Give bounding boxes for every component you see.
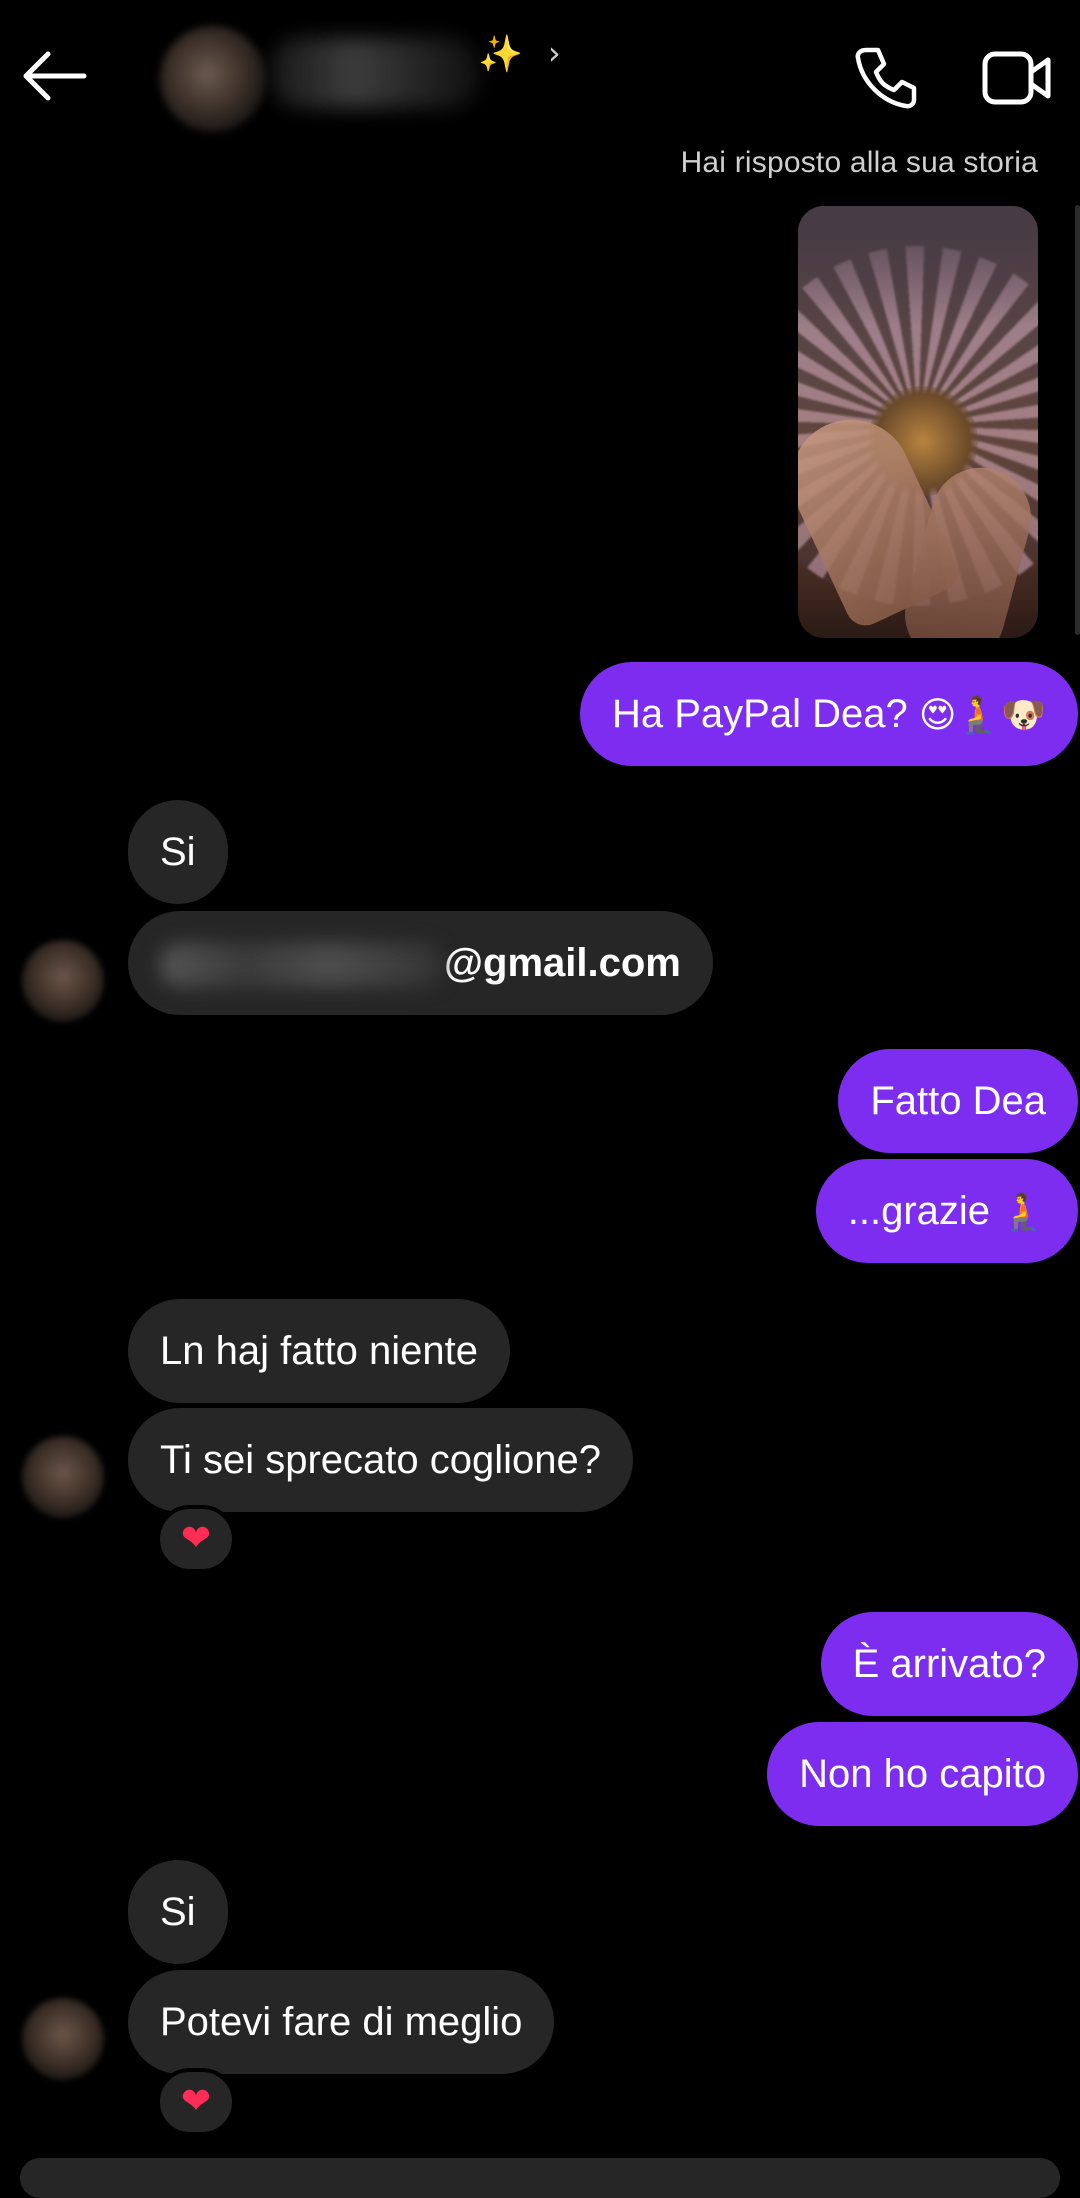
message-text: Si xyxy=(160,1890,196,1934)
message-composer[interactable] xyxy=(20,2158,1060,2198)
contact-avatar-small[interactable] xyxy=(22,1998,104,2080)
message-text: Si xyxy=(160,830,196,874)
contact-name-sparkles[interactable]: ✨ xyxy=(478,30,523,80)
heart-reaction[interactable]: ❤ xyxy=(156,2068,236,2136)
scrollbar[interactable] xyxy=(1075,205,1080,635)
chevron-right-icon[interactable]: › xyxy=(548,34,561,72)
story-preview-image[interactable] xyxy=(798,206,1038,638)
chat-header: ✨ › xyxy=(0,0,1080,150)
story-image-top xyxy=(798,206,1038,326)
message-emoji: 🧎 xyxy=(1001,1192,1046,1233)
email-suffix: @gmail.com xyxy=(444,941,681,985)
message-outgoing[interactable]: È arrivato? xyxy=(820,1612,1078,1716)
message-outgoing[interactable]: Ha PayPal Dea? 😍🧎🐶 xyxy=(579,662,1078,766)
message-incoming[interactable]: Ln haj fatto niente xyxy=(128,1299,511,1403)
message-text: Ha PayPal Dea? xyxy=(611,692,919,736)
message-text: ...grazie xyxy=(847,1189,1002,1233)
heart-icon: ❤ xyxy=(180,2081,212,2122)
message-text: È arrivato? xyxy=(852,1642,1046,1686)
phone-icon[interactable] xyxy=(852,44,920,112)
message-incoming-email[interactable]: @gmail.com xyxy=(128,911,713,1015)
email-redacted xyxy=(160,943,442,988)
message-text: Non ho capito xyxy=(799,1752,1046,1796)
back-arrow-icon[interactable] xyxy=(18,48,88,104)
message-emoji: 😍🧎🐶 xyxy=(918,695,1046,736)
message-text: Potevi fare di meglio xyxy=(160,2000,523,2044)
message-incoming[interactable]: Potevi fare di meglio xyxy=(128,1970,555,2074)
contact-name-redacted[interactable] xyxy=(270,38,480,108)
message-text: Ti sei sprecato coglione? xyxy=(160,1438,601,1482)
message-incoming[interactable]: Si xyxy=(128,800,228,904)
message-outgoing[interactable]: Fatto Dea xyxy=(838,1049,1078,1153)
message-incoming[interactable]: Ti sei sprecato coglione? xyxy=(128,1408,633,1512)
message-outgoing[interactable]: ...grazie 🧎 xyxy=(815,1159,1078,1263)
message-incoming[interactable]: Si xyxy=(128,1860,228,1964)
message-text: Fatto Dea xyxy=(870,1079,1046,1123)
contact-avatar-small[interactable] xyxy=(22,1436,104,1518)
contact-avatar[interactable] xyxy=(160,26,266,132)
heart-icon: ❤ xyxy=(180,1518,212,1559)
message-outgoing[interactable]: Non ho capito xyxy=(767,1722,1078,1826)
message-text: Ln haj fatto niente xyxy=(160,1329,479,1373)
video-camera-icon[interactable] xyxy=(982,48,1052,108)
heart-reaction[interactable]: ❤ xyxy=(156,1505,236,1573)
contact-avatar-small[interactable] xyxy=(22,940,104,1022)
story-reply-note: Hai risposto alla sua storia xyxy=(680,146,1038,179)
